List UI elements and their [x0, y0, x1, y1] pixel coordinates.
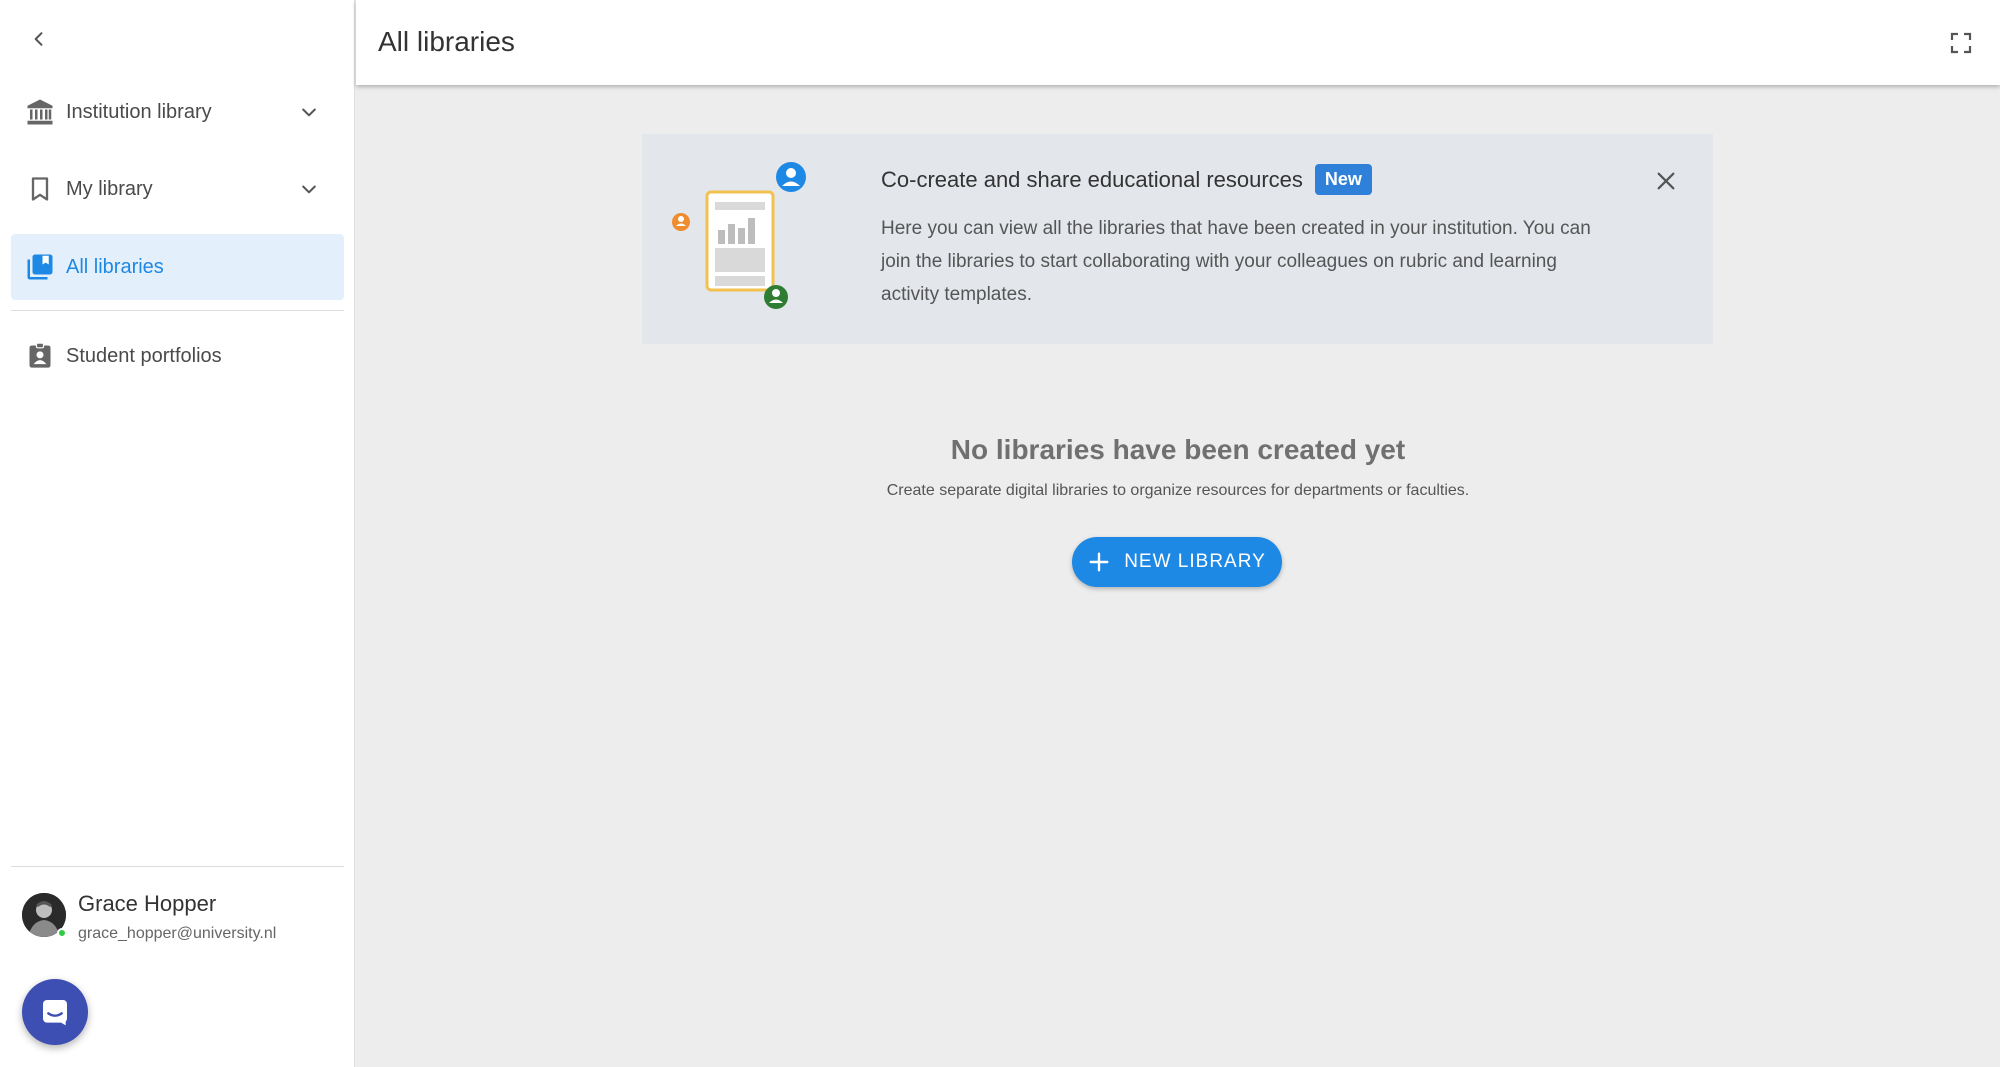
user-profile[interactable]: Grace Hopper grace_hopper@university.nl [22, 891, 342, 943]
sidebar-item-all-libraries[interactable]: All libraries [11, 234, 344, 300]
collaboration-illustration-icon [672, 162, 812, 312]
chevron-down-icon[interactable] [296, 99, 322, 125]
fullscreen-button[interactable] [1944, 26, 1978, 60]
chevron-down-icon[interactable] [296, 176, 322, 202]
plus-icon [1088, 551, 1110, 573]
empty-state-title: No libraries have been created yet [950, 434, 1406, 465]
sidebar-item-label: Student portfolios [66, 344, 222, 367]
bookmark-icon [24, 173, 56, 205]
page-header: All libraries [356, 0, 2000, 85]
sidebar-item-my-library[interactable]: My library [11, 156, 344, 222]
empty-state-subtitle: Create separate digital libraries to org… [886, 482, 1470, 499]
new-badge: New [1314, 164, 1372, 195]
fullscreen-icon [1950, 32, 1972, 54]
sidebar-item-student-portfolios[interactable]: Student portfolios [11, 323, 344, 389]
chat-icon [43, 1000, 67, 1026]
new-library-button[interactable]: NEW LIBRARY [1072, 537, 1282, 587]
sidebar: Institution library My library All libra… [0, 0, 355, 1067]
institution-icon [24, 96, 56, 128]
sidebar-item-label: All libraries [66, 255, 164, 278]
close-banner-button[interactable] [1649, 164, 1683, 198]
user-name: Grace Hopper [78, 891, 217, 916]
sidebar-item-label: My library [66, 177, 153, 200]
user-email: grace_hopper@university.nl [78, 925, 277, 942]
portfolio-icon [24, 340, 56, 372]
page-title: All libraries [378, 26, 515, 57]
banner-title-text: Co-create and share educational resource… [881, 166, 1303, 192]
banner-description: Here you can view all the libraries that… [881, 218, 1591, 305]
chevron-left-icon [34, 32, 43, 46]
online-status-badge [57, 928, 67, 938]
sidebar-divider [11, 310, 344, 311]
libraries-icon [24, 251, 56, 283]
banner-title: Co-create and share educational resource… [881, 164, 1372, 195]
sidebar-item-institution-library[interactable]: Institution library [11, 79, 344, 145]
close-icon [1657, 172, 1675, 190]
new-library-button-label: NEW LIBRARY [1124, 551, 1266, 572]
info-banner: Co-create and share educational resource… [642, 134, 1713, 344]
sidebar-divider [11, 866, 344, 867]
chat-support-button[interactable] [22, 979, 88, 1045]
collapse-sidebar-button[interactable] [22, 22, 56, 56]
sidebar-item-label: Institution library [66, 100, 212, 123]
